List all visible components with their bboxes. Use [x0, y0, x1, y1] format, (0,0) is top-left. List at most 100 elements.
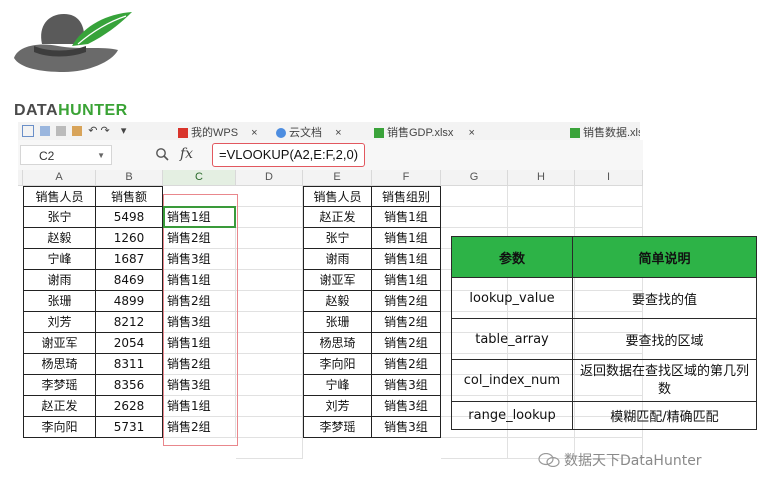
tab-gdp-file[interactable]: 销售GDP.xlsx ×: [374, 124, 475, 140]
column-header-a[interactable]: A: [23, 170, 96, 186]
cell-name[interactable]: 谢雨: [23, 270, 96, 291]
cell-name[interactable]: 李梦瑶: [303, 417, 372, 438]
empty-cell[interactable]: [236, 396, 303, 417]
cell-name[interactable]: 杨思琦: [23, 354, 96, 375]
cell-sales[interactable]: 2628: [96, 396, 163, 417]
name-box[interactable]: C2 ▼: [20, 145, 112, 165]
cell-name[interactable]: 李向阳: [23, 417, 96, 438]
column-header-e[interactable]: E: [303, 170, 372, 186]
empty-cell[interactable]: [236, 270, 303, 291]
cell-name[interactable]: 赵正发: [23, 396, 96, 417]
cell-name[interactable]: 赵正发: [303, 207, 372, 228]
sheet-icon: [570, 128, 580, 139]
header-sales-group[interactable]: 销售组别: [372, 186, 441, 207]
empty-cell[interactable]: [441, 438, 508, 459]
cell-group[interactable]: 销售1组: [372, 249, 441, 270]
toolbar-icons[interactable]: ↶ ↷ ▾: [22, 124, 127, 138]
tab-my-wps[interactable]: 我的WPS ×: [178, 124, 258, 140]
cell-sales[interactable]: 5731: [96, 417, 163, 438]
close-icon[interactable]: ×: [335, 127, 341, 139]
cell-group[interactable]: 销售2组: [372, 333, 441, 354]
cell-sales[interactable]: 4899: [96, 291, 163, 312]
save-icon[interactable]: [40, 126, 51, 137]
empty-cell[interactable]: [236, 186, 303, 207]
cell-sales[interactable]: 2054: [96, 333, 163, 354]
cell-name[interactable]: 刘芳: [303, 396, 372, 417]
close-icon[interactable]: ×: [468, 127, 474, 139]
cell-name[interactable]: 赵毅: [23, 228, 96, 249]
cell-name[interactable]: 刘芳: [23, 312, 96, 333]
cell-name[interactable]: 张宁: [303, 228, 372, 249]
empty-cell[interactable]: [575, 186, 643, 207]
fx-icon[interactable]: fx: [180, 146, 193, 162]
empty-cell[interactable]: [441, 186, 508, 207]
redo-icon[interactable]: ↷: [101, 125, 110, 137]
more-icon[interactable]: ▾: [121, 125, 127, 137]
chevron-down-icon[interactable]: ▼: [97, 146, 105, 166]
cell-group[interactable]: 销售3组: [372, 396, 441, 417]
column-header-h[interactable]: H: [508, 170, 575, 186]
cell-group[interactable]: 销售2组: [372, 291, 441, 312]
column-header-f[interactable]: F: [372, 170, 441, 186]
empty-cell[interactable]: [508, 207, 575, 228]
empty-cell[interactable]: [236, 312, 303, 333]
cell-name[interactable]: 李向阳: [303, 354, 372, 375]
empty-cell[interactable]: [236, 354, 303, 375]
empty-cell[interactable]: [236, 249, 303, 270]
cell-name[interactable]: 谢亚军: [23, 333, 96, 354]
cell-name[interactable]: 张珊: [23, 291, 96, 312]
cell-group[interactable]: 销售2组: [372, 312, 441, 333]
empty-cell[interactable]: [236, 207, 303, 228]
cell-name[interactable]: 赵毅: [303, 291, 372, 312]
cell-name[interactable]: 宁峰: [303, 375, 372, 396]
cell-name[interactable]: 张宁: [23, 207, 96, 228]
cell-sales[interactable]: 8356: [96, 375, 163, 396]
header-salesperson[interactable]: 销售人员: [303, 186, 372, 207]
cell-sales[interactable]: 8212: [96, 312, 163, 333]
preview-icon[interactable]: [72, 126, 83, 137]
cell-name[interactable]: 杨思琦: [303, 333, 372, 354]
cell-group[interactable]: 销售3组: [372, 375, 441, 396]
cell-group[interactable]: 销售3组: [372, 417, 441, 438]
cell-sales[interactable]: 1687: [96, 249, 163, 270]
header-sales-amount[interactable]: 销售额: [96, 186, 163, 207]
empty-cell[interactable]: [575, 207, 643, 228]
cell-group[interactable]: 销售1组: [372, 228, 441, 249]
empty-cell[interactable]: [236, 417, 303, 438]
cell-group[interactable]: 销售2组: [372, 354, 441, 375]
empty-cell[interactable]: [508, 186, 575, 207]
cell-group[interactable]: 销售1组: [372, 207, 441, 228]
column-header-d[interactable]: D: [236, 170, 303, 186]
cell-sales[interactable]: 8469: [96, 270, 163, 291]
folder-icon[interactable]: [22, 125, 34, 138]
cell-sales[interactable]: 8311: [96, 354, 163, 375]
print-icon[interactable]: [56, 126, 67, 137]
empty-cell[interactable]: [236, 291, 303, 312]
close-icon[interactable]: ×: [251, 127, 257, 139]
column-header-b[interactable]: B: [96, 170, 163, 186]
column-header-g[interactable]: G: [441, 170, 508, 186]
cell-sales[interactable]: 5498: [96, 207, 163, 228]
cell-name[interactable]: 宁峰: [23, 249, 96, 270]
cell-sales[interactable]: 1260: [96, 228, 163, 249]
empty-cell[interactable]: [236, 333, 303, 354]
empty-cell[interactable]: [236, 438, 303, 459]
cell-name[interactable]: 谢雨: [303, 249, 372, 270]
empty-cell[interactable]: [441, 207, 508, 228]
cell-name[interactable]: 张珊: [303, 312, 372, 333]
cell-group[interactable]: 销售1组: [372, 270, 441, 291]
empty-cell[interactable]: [236, 228, 303, 249]
zoom-icon[interactable]: [155, 147, 169, 165]
column-header-i[interactable]: I: [575, 170, 643, 186]
column-header-c[interactable]: C: [163, 170, 236, 186]
cell-name[interactable]: 谢亚军: [303, 270, 372, 291]
cell-name[interactable]: 李梦瑶: [23, 375, 96, 396]
formula-input[interactable]: =VLOOKUP(A2,E:F,2,0): [212, 143, 366, 167]
tab-sales-file[interactable]: 销售数据.xlsx: [570, 124, 640, 140]
empty-cell[interactable]: [236, 375, 303, 396]
active-cell-c2[interactable]: [163, 206, 236, 228]
header-salesperson[interactable]: 销售人员: [23, 186, 96, 207]
tab-cloud-docs[interactable]: 云文档 ×: [276, 124, 342, 140]
undo-icon[interactable]: ↶: [88, 125, 97, 137]
param-description: 模糊匹配/精确匹配: [572, 401, 757, 430]
